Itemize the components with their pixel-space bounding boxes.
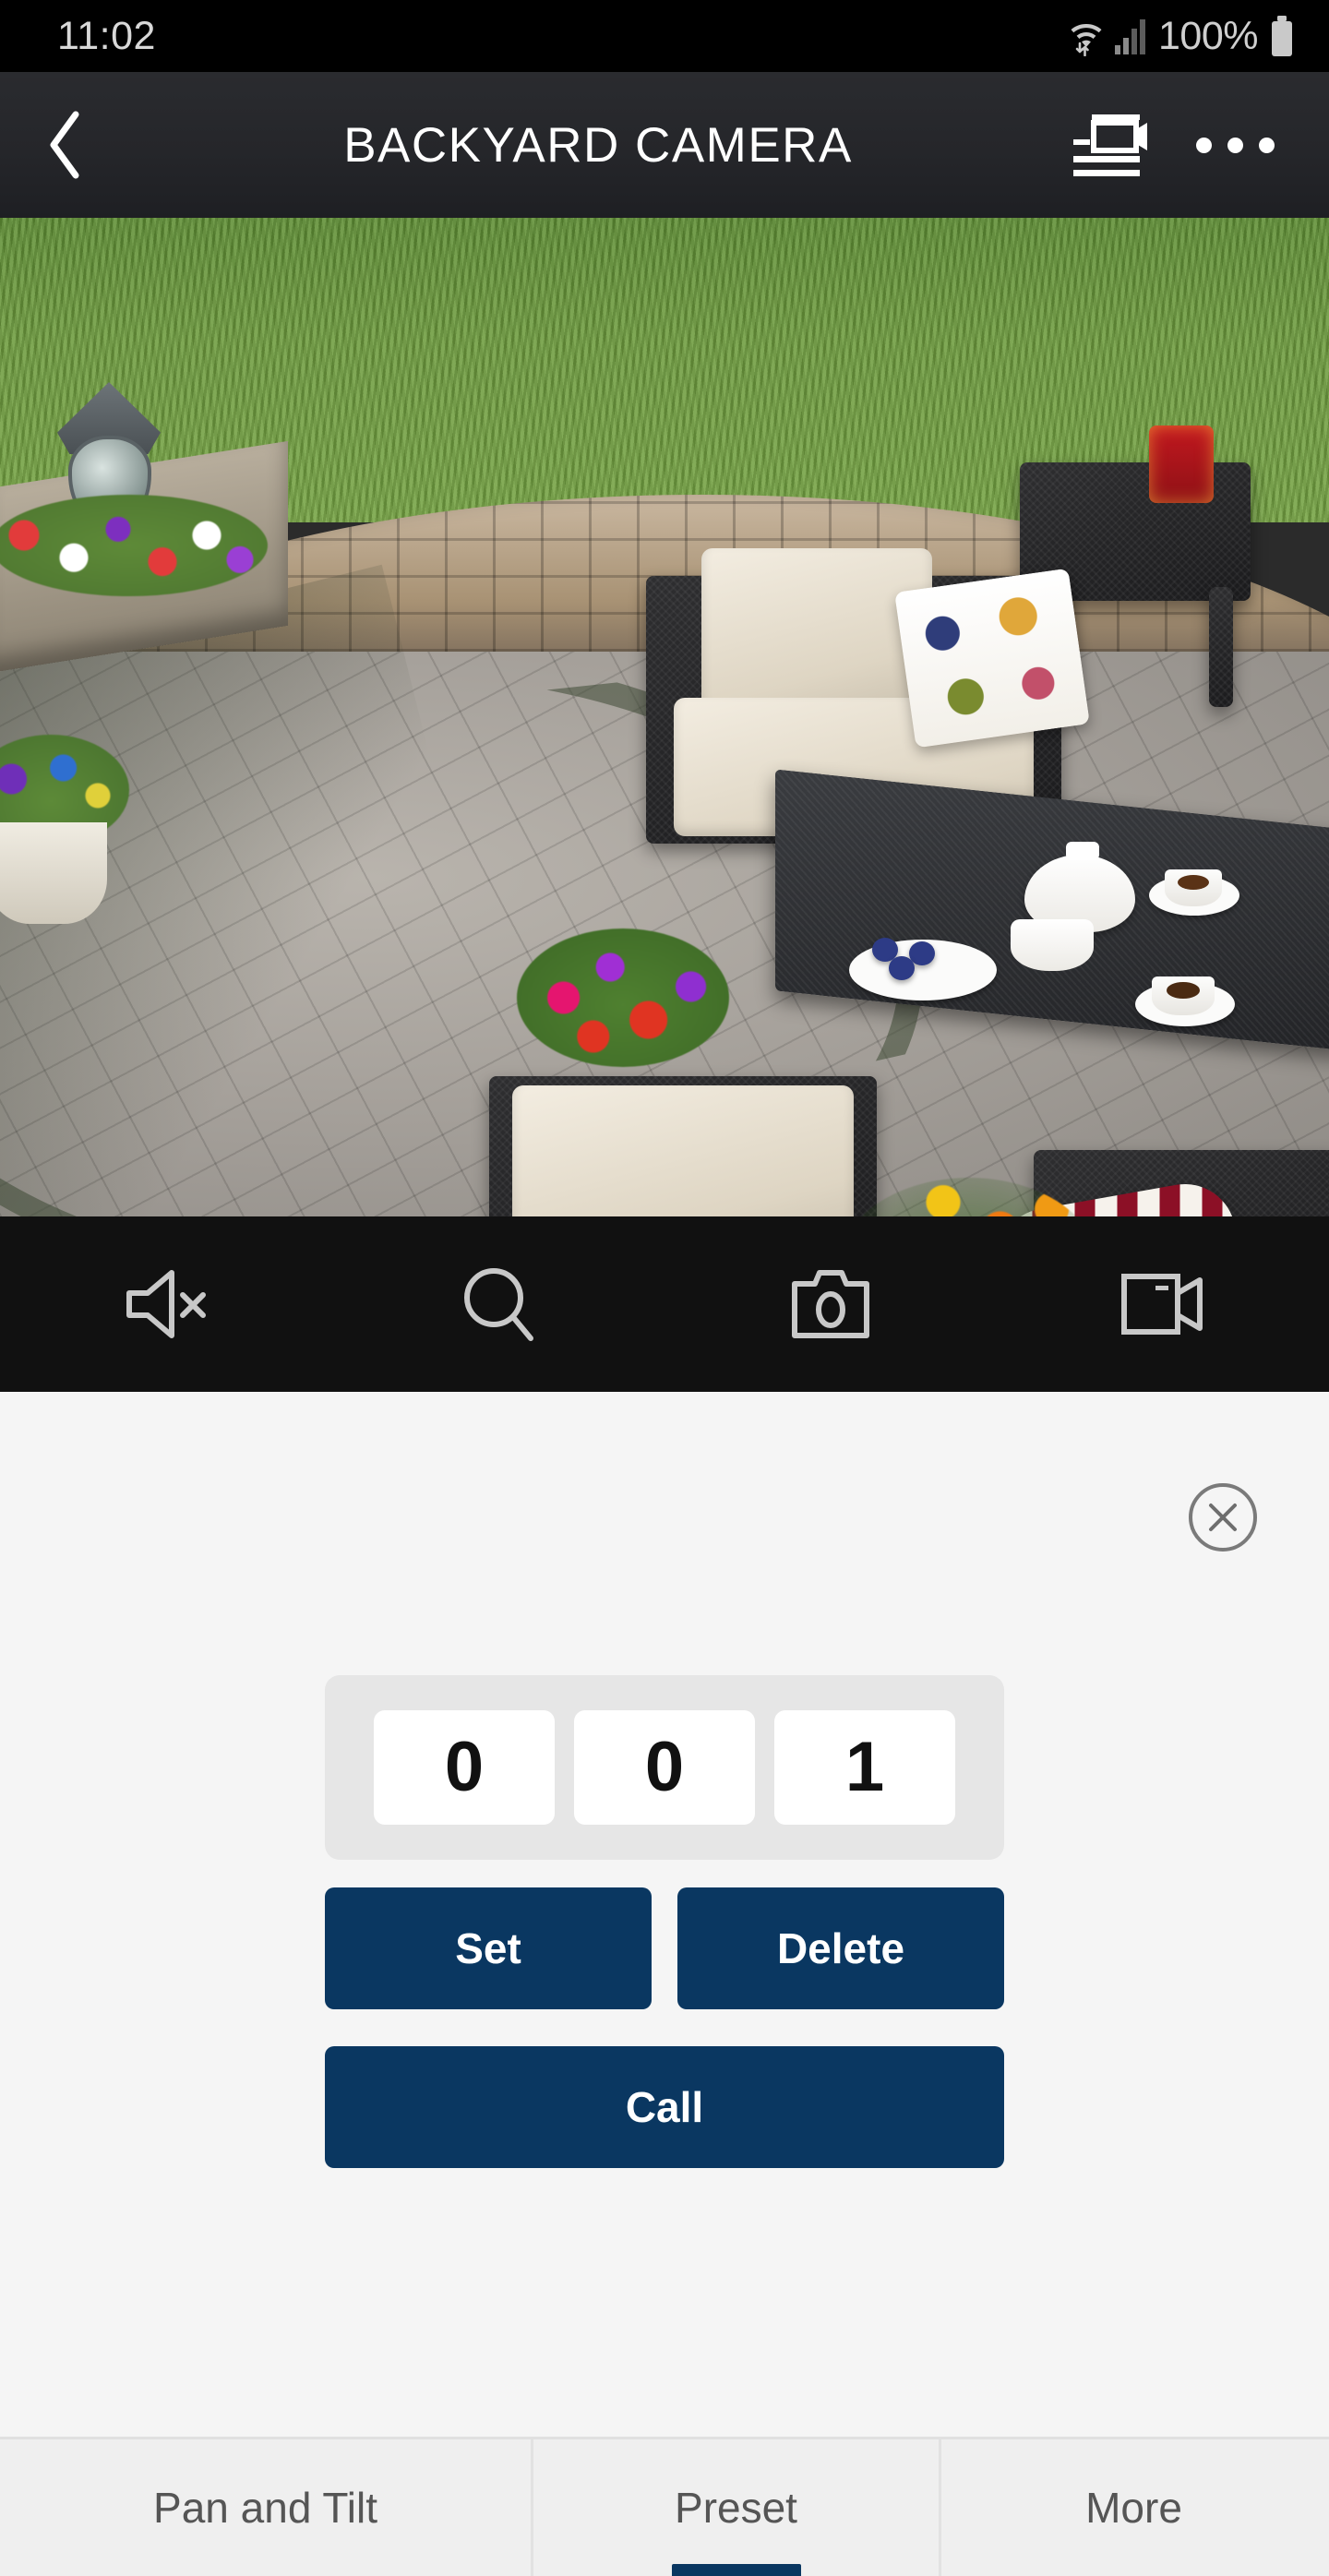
status-bar: 11:02 100% [0, 0, 1329, 72]
live-video-feed[interactable] [0, 218, 1329, 1216]
zoom-button[interactable] [332, 1216, 664, 1392]
overflow-menu-button[interactable] [1183, 72, 1287, 218]
battery-percent-label: 100% [1158, 13, 1258, 58]
snapshot-button[interactable] [664, 1216, 997, 1392]
active-tab-indicator [671, 2564, 801, 2576]
back-button[interactable] [0, 72, 129, 218]
camera-screen: 11:02 100% BACKYARD CAMERA 0 0 1 Set Del… [0, 0, 1329, 2576]
camera-list-icon [1073, 114, 1147, 176]
battery-icon [1272, 16, 1292, 56]
photo-camera-icon [792, 1270, 869, 1338]
preset-digit-hundreds[interactable]: 0 [374, 1710, 555, 1825]
preset-action-row: Set Delete [325, 1887, 1004, 2009]
close-circle-icon [1209, 1504, 1237, 1531]
tab-pan-and-tilt[interactable]: Pan and Tilt [0, 2439, 531, 2576]
chevron-left-icon [50, 111, 79, 179]
app-header: BACKYARD CAMERA [0, 72, 1329, 218]
video-control-bar [0, 1216, 1329, 1392]
preset-panel: 0 0 1 Set Delete Call [0, 1392, 1329, 2437]
call-preset-button[interactable]: Call [325, 2046, 1004, 2168]
set-preset-button[interactable]: Set [325, 1887, 652, 2009]
tab-label: More [1085, 2484, 1182, 2532]
status-indicators: 100% [1070, 16, 1294, 56]
signal-bars-icon [1115, 19, 1146, 54]
tab-label: Preset [675, 2484, 797, 2532]
record-button[interactable] [997, 1216, 1329, 1392]
video-camera-icon [1121, 1274, 1203, 1335]
speaker-mute-icon [126, 1270, 206, 1338]
magnifier-icon [464, 1268, 533, 1341]
preset-digit-tens[interactable]: 0 [574, 1710, 755, 1825]
delete-preset-button[interactable]: Delete [677, 1887, 1004, 2009]
mute-button[interactable] [0, 1216, 332, 1392]
wifi-icon [1071, 24, 1102, 56]
tab-label: Pan and Tilt [153, 2484, 377, 2532]
tab-more[interactable]: More [941, 2439, 1326, 2576]
more-options-icon [1195, 137, 1275, 153]
header-actions [1058, 72, 1329, 218]
camera-list-button[interactable] [1058, 72, 1161, 218]
tab-preset[interactable]: Preset [531, 2439, 941, 2576]
bottom-tab-bar: Pan and Tilt Preset More [0, 2437, 1329, 2576]
page-title: BACKYARD CAMERA [343, 117, 853, 173]
preset-digit-ones[interactable]: 1 [774, 1710, 955, 1825]
close-panel-button[interactable] [1189, 1483, 1257, 1552]
preset-number-input[interactable]: 0 0 1 [325, 1675, 1004, 1860]
video-scene [0, 218, 1329, 1216]
status-clock: 11:02 [57, 13, 156, 58]
